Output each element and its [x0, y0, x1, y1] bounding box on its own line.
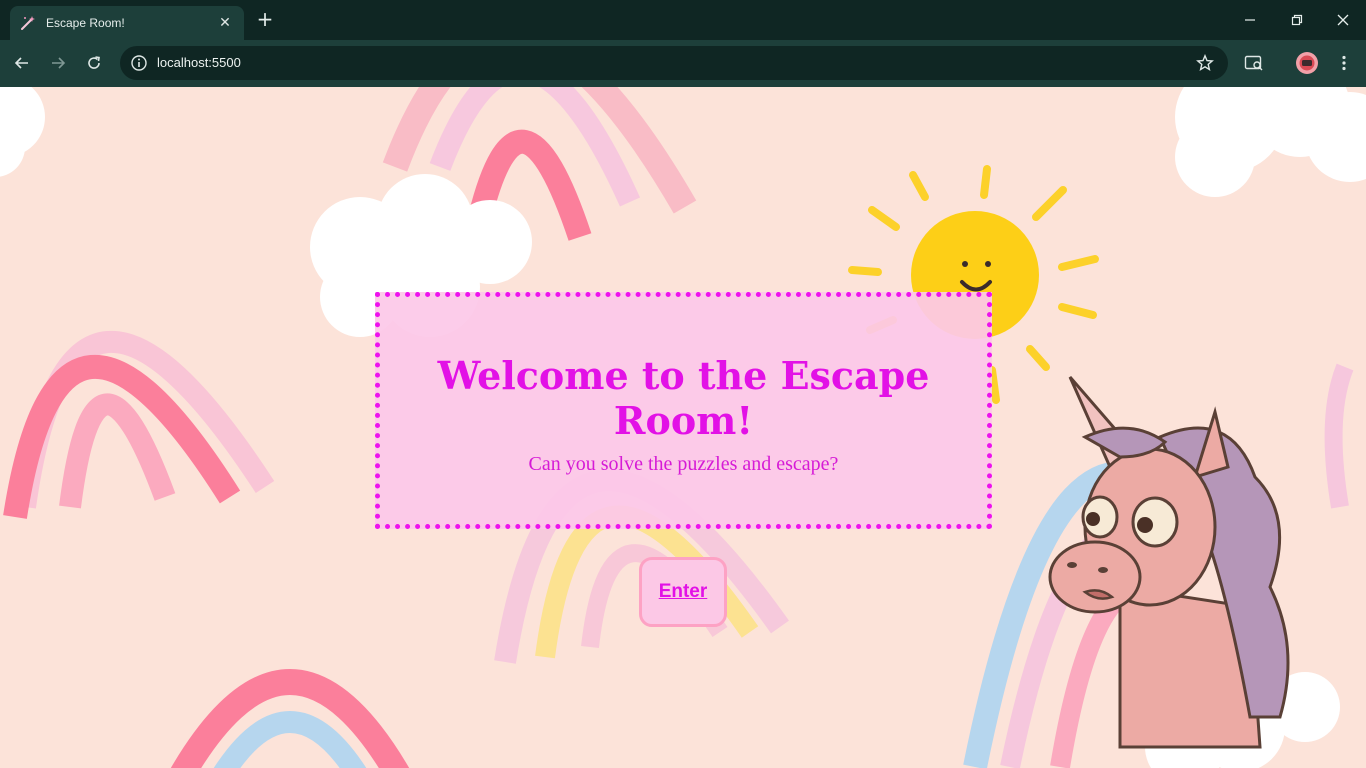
forward-arrow-icon [52, 57, 66, 69]
minimize-button[interactable] [1236, 8, 1264, 32]
profile-button[interactable] [1295, 51, 1319, 75]
avatar [1296, 52, 1318, 74]
address-bar[interactable]: localhost:5500 [120, 46, 1228, 80]
page-subtitle: Can you solve the puzzles and escape? [528, 453, 839, 475]
magic-wand-icon [20, 15, 36, 31]
back-button[interactable] [10, 51, 34, 75]
tab-search-icon [1244, 55, 1263, 71]
site-info-icon[interactable] [130, 54, 148, 72]
new-tab-button[interactable]: + [254, 8, 276, 30]
enter-link[interactable]: Enter [659, 581, 708, 603]
tab-strip: Escape Room! ✕ + [0, 0, 1366, 40]
rainbow-shape [170, 669, 410, 768]
cloud-shape [1175, 87, 1366, 197]
back-arrow-icon [14, 57, 28, 69]
restore-icon [1291, 14, 1303, 26]
reload-icon [88, 56, 100, 69]
enter-button[interactable]: Enter [639, 557, 727, 627]
close-icon [1337, 14, 1349, 26]
forward-button[interactable] [46, 51, 70, 75]
rainbow-shape [3, 331, 275, 519]
browser-tab[interactable]: Escape Room! ✕ [10, 6, 244, 40]
kebab-menu-icon [1342, 55, 1346, 71]
menu-button[interactable] [1332, 51, 1356, 75]
bookmark-star-icon[interactable] [1196, 54, 1214, 72]
page-viewport: Welcome to the Escape Room! Can you solv… [0, 87, 1366, 768]
close-window-button[interactable] [1329, 8, 1357, 32]
page-title: Welcome to the Escape Room! [437, 353, 930, 443]
tab-title: Escape Room! [46, 16, 125, 30]
url-text: localhost:5500 [157, 55, 241, 70]
reload-button[interactable] [82, 51, 106, 75]
minimize-icon [1245, 19, 1255, 21]
tab-search-button[interactable] [1242, 51, 1266, 75]
restore-button[interactable] [1283, 8, 1311, 32]
tab-close-icon[interactable]: ✕ [216, 15, 234, 31]
cloud-shape [0, 87, 45, 177]
welcome-panel: Welcome to the Escape Room! Can you solv… [375, 292, 992, 529]
unicorn-illustration [1048, 376, 1340, 768]
browser-toolbar: localhost:5500 [0, 40, 1366, 87]
